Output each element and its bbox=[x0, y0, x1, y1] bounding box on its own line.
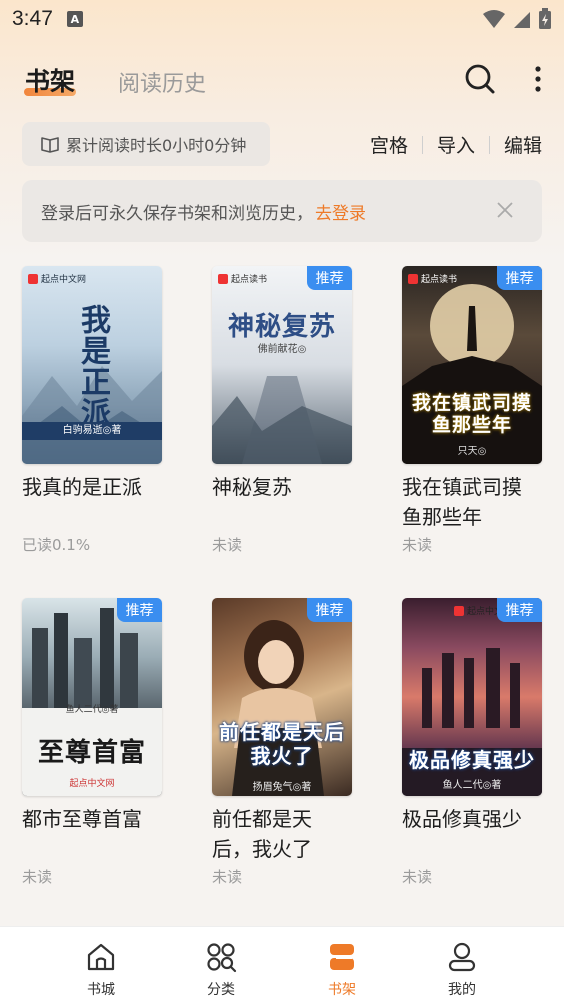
recommend-badge: 推荐 bbox=[497, 598, 542, 622]
cover-publisher: 起点中文网 bbox=[69, 779, 115, 789]
grid-view-button[interactable]: 宫格 bbox=[370, 131, 408, 158]
nav-category[interactable]: 分类 bbox=[181, 927, 261, 1004]
nav-label: 我的 bbox=[448, 982, 476, 998]
cover-title: 我是正派 bbox=[75, 304, 110, 428]
recommend-badge: 推荐 bbox=[307, 266, 352, 290]
cover-author: 白驹易逝◎著 bbox=[22, 422, 162, 440]
cover-title: 前任都是天后我火了 bbox=[219, 720, 345, 768]
tab-bookshelf[interactable]: 书架 bbox=[25, 62, 75, 98]
recommend-badge: 推荐 bbox=[117, 598, 162, 622]
top-header: 书架 阅读历史 bbox=[0, 52, 564, 108]
book-cover[interactable]: 起点中文网 推荐 极品修真强少 鱼人二代◎著 bbox=[402, 598, 542, 796]
book-cover[interactable]: 推荐 鱼人二代◎著 至尊首富 起点中文网 bbox=[22, 598, 162, 796]
cover-title: 至尊首富 bbox=[37, 738, 146, 768]
cover-title: 神秘复苏 bbox=[227, 312, 336, 342]
recommend-badge: 推荐 bbox=[307, 598, 352, 622]
cover-author: 鱼人二代◎著 bbox=[65, 705, 119, 715]
book-title: 我真的是正派 bbox=[22, 475, 142, 499]
status-time: 3:47 bbox=[12, 7, 53, 30]
cover-author: 扬眉兔气◎著 bbox=[252, 782, 312, 793]
cover-author: 只天◎ bbox=[457, 446, 487, 457]
nav-profile[interactable]: 我的 bbox=[422, 927, 502, 1004]
status-icons bbox=[482, 8, 552, 30]
login-banner: 登录后可永久保存书架和浏览历史， 去登录 bbox=[22, 180, 542, 242]
login-message: 登录后可永久保存书架和浏览历史， bbox=[41, 203, 313, 224]
reading-time-summary[interactable]: 累计阅读时长0小时0分钟 bbox=[22, 122, 270, 166]
nav-label: 书架 bbox=[328, 982, 356, 998]
book-title: 前任都是天 后，我火了 bbox=[212, 807, 312, 861]
search-icon[interactable] bbox=[463, 62, 497, 96]
read-status: 未读 bbox=[212, 868, 243, 886]
signal-icon bbox=[514, 12, 530, 28]
book-title: 极品修真强少 bbox=[402, 807, 522, 831]
book-cover[interactable]: 起点读书 推荐 神秘复苏 佛前献花◎ bbox=[212, 266, 352, 464]
close-icon[interactable] bbox=[496, 201, 514, 219]
import-button[interactable]: 导入 bbox=[437, 131, 475, 158]
book-icon bbox=[41, 137, 59, 153]
home-icon bbox=[87, 943, 115, 971]
cover-author: 佛前献花◎ bbox=[257, 344, 307, 355]
shelf-actions: 宫格 导入 编辑 bbox=[370, 131, 542, 158]
nav-bookshelf[interactable]: 书架 bbox=[302, 927, 382, 1004]
book-title: 我在镇武司摸 鱼那些年 bbox=[402, 475, 522, 529]
reading-time-text: 累计阅读时长0小时0分钟 bbox=[66, 136, 247, 155]
edit-button[interactable]: 编辑 bbox=[504, 131, 542, 158]
category-icon bbox=[207, 943, 237, 973]
notification-icon: A bbox=[66, 11, 83, 27]
read-status: 未读 bbox=[402, 536, 433, 554]
publisher-logo: 起点读书 bbox=[218, 272, 267, 285]
more-options-icon[interactable] bbox=[526, 62, 550, 96]
publisher-logo: 起点中文网 bbox=[28, 272, 86, 285]
battery-icon bbox=[539, 8, 551, 29]
cover-title: 我在镇武司摸鱼那些年 bbox=[411, 392, 532, 436]
book-cover[interactable]: 起点读书 推荐 我在镇武司摸鱼那些年 只天◎ bbox=[402, 266, 542, 464]
bottom-navigation: 书城 分类 书架 我的 bbox=[0, 926, 564, 1004]
read-status: 未读 bbox=[212, 536, 243, 554]
nav-bookstore[interactable]: 书城 bbox=[61, 927, 141, 1004]
book-cover[interactable]: 推荐 前任都是天后我火了 扬眉兔气◎著 bbox=[212, 598, 352, 796]
recommend-badge: 推荐 bbox=[497, 266, 542, 290]
book-cover[interactable]: 起点中文网 我是正派 白驹易逝◎著 bbox=[22, 266, 162, 464]
book-title: 都市至尊首富 bbox=[22, 807, 142, 831]
wifi-icon bbox=[483, 10, 505, 28]
divider bbox=[421, 135, 423, 154]
cover-author: 鱼人二代◎著 bbox=[442, 780, 502, 791]
book-title: 神秘复苏 bbox=[212, 475, 292, 499]
profile-icon bbox=[448, 942, 476, 972]
nav-label: 书城 bbox=[87, 982, 115, 998]
read-status: 已读0.1% bbox=[22, 536, 91, 554]
divider bbox=[488, 135, 490, 154]
nav-label: 分类 bbox=[207, 982, 235, 998]
publisher-logo: 起点读书 bbox=[408, 272, 457, 285]
cover-art bbox=[212, 376, 352, 464]
tab-reading-history[interactable]: 阅读历史 bbox=[118, 66, 206, 98]
bookshelf-icon bbox=[330, 944, 354, 970]
status-bar: 3:47 A bbox=[0, 0, 564, 38]
read-status: 未读 bbox=[22, 868, 53, 886]
read-status: 未读 bbox=[402, 868, 433, 886]
cover-title: 极品修真强少 bbox=[409, 748, 535, 772]
login-link[interactable]: 去登录 bbox=[315, 199, 366, 224]
